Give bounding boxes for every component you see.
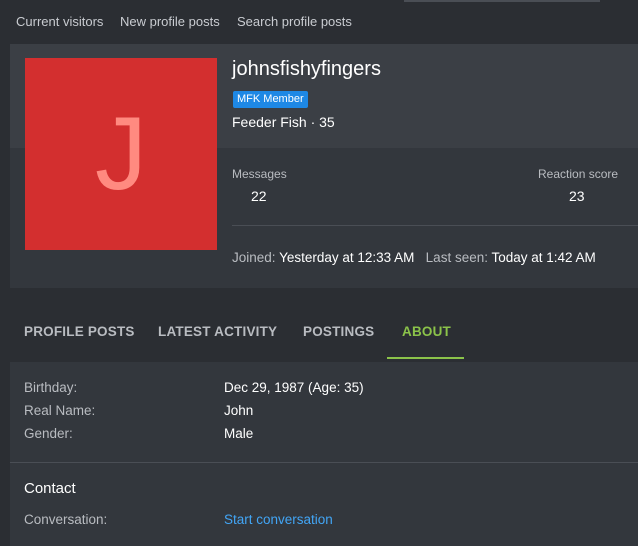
about-divider <box>10 462 638 463</box>
member-badge: MFK Member <box>233 91 308 108</box>
tab-profile-posts[interactable]: PROFILE POSTS <box>24 324 135 339</box>
active-tab-underline <box>387 357 464 359</box>
nav-accent-line <box>404 0 600 2</box>
nav-search-profile-posts-link[interactable]: Search profile posts <box>237 14 352 29</box>
tab-postings[interactable]: POSTINGS <box>303 324 374 339</box>
birthday-label: Birthday: <box>24 380 78 395</box>
tab-latest-activity[interactable]: LATEST ACTIVITY <box>158 324 277 339</box>
nav-current-visitors-link[interactable]: Current visitors <box>16 14 103 29</box>
tab-about[interactable]: ABOUT <box>402 324 451 339</box>
reaction-score-label: Reaction score <box>538 167 619 181</box>
joined-info: Joined: Yesterday at 12:33 AM Last seen:… <box>232 250 596 265</box>
messages-label: Messages <box>232 167 287 181</box>
avatar[interactable]: J <box>25 58 217 250</box>
user-title: Feeder Fish · 35 <box>232 114 335 130</box>
messages-value[interactable]: 22 <box>251 188 267 204</box>
real-name-label: Real Name: <box>24 403 96 418</box>
gender-label: Gender: <box>24 426 73 441</box>
last-seen-label: Last seen: <box>425 250 488 265</box>
conversation-label: Conversation: <box>24 512 108 527</box>
sub-navigation: Current visitors New profile posts Searc… <box>0 0 638 44</box>
last-seen-value: Today at 1:42 AM <box>491 250 596 265</box>
profile-tabs: PROFILE POSTS LATEST ACTIVITY POSTINGS A… <box>10 306 638 360</box>
nav-new-profile-posts-link[interactable]: New profile posts <box>120 14 220 29</box>
avatar-letter: J <box>95 96 147 212</box>
gender-value: Male <box>224 426 254 441</box>
profile-card: J johnsfishyfingers MFK Member Feeder Fi… <box>10 44 638 288</box>
joined-value: Yesterday at 12:33 AM <box>279 250 415 265</box>
username: johnsfishyfingers <box>232 58 381 80</box>
contact-heading: Contact <box>24 480 76 497</box>
birthday-value: Dec 29, 1987 (Age: 35) <box>224 380 364 395</box>
joined-label: Joined: <box>232 250 276 265</box>
start-conversation-link[interactable]: Start conversation <box>224 512 333 527</box>
about-section: Birthday: Dec 29, 1987 (Age: 35) Real Na… <box>10 362 638 546</box>
card-divider <box>232 225 638 226</box>
real-name-value: John <box>224 403 254 418</box>
reaction-score-value[interactable]: 23 <box>569 188 585 204</box>
